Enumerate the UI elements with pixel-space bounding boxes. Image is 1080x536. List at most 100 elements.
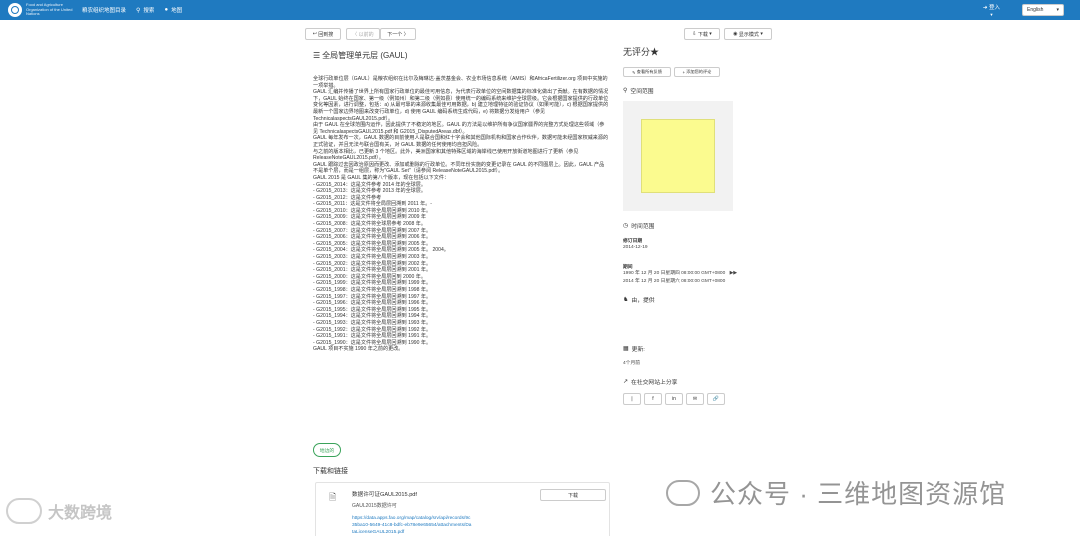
abstract-list-item: - G2015_1999：这是文件将全局层回溯到 1999 年。	[313, 280, 432, 287]
previous-label: 〈 以前的	[352, 31, 374, 38]
map-marker-icon: ⚲	[623, 88, 628, 94]
login-button[interactable]: ➜ 登入 ▼	[983, 3, 1000, 17]
abstract-paragraph: GAUL 汇编并传播了世界上所有国家行政单位的最佳可用信息，为代表行政单位的空间…	[313, 89, 609, 122]
abstract-paragraph: GAUL 项目不实施 1990 年之前的更改。	[313, 346, 404, 353]
abstract-paragraph: GAUL 跟踪过去因政治原因而更改、添加或删除的行政单位。不同年份实施的变更记录…	[313, 161, 605, 175]
calendar-icon: ▦	[623, 346, 629, 352]
facebook-share-button[interactable]: f	[644, 393, 662, 405]
abstract-paragraph: GAUL 每年发布一次，GAUL 数据的目前使用人是联合国和红十字会和其他国际机…	[313, 135, 609, 148]
previous-button[interactable]: 〈 以前的	[346, 28, 380, 40]
nav-map[interactable]: ● 地图	[164, 6, 182, 14]
updated-label: 更新:	[631, 347, 645, 353]
globe-icon: ●	[164, 7, 169, 13]
abstract-list-item: - G2015_2006：这是文件将全局层回溯到 2006 年。	[313, 234, 432, 241]
abstract-list-item: - G2015_1991：这是文件将全局层回溯到 1991 年。	[313, 333, 432, 340]
page-title: ☰ 全局管理单元层 (GAUL)	[313, 50, 609, 61]
chevron-down-icon: ▾	[1056, 7, 1059, 13]
abstract-paragraph: 与之前的版本相比，已更新 3 个地区。此外，美洲国家和其他特殊区域的海岸线已使用…	[313, 148, 579, 162]
next-label: 下一个 〉	[387, 31, 409, 38]
forward-icon: ▶▶	[729, 271, 737, 276]
back-label: 回到搜	[318, 31, 334, 38]
nav-map-label: 地图	[171, 8, 183, 14]
updated-value: 4个月前	[623, 361, 641, 366]
spatial-extent-label: 空间范围	[630, 89, 654, 95]
downloads-heading: 下载和链接	[313, 468, 348, 475]
back-to-search-button[interactable]: ↩ 回到搜	[305, 28, 341, 40]
twitter-icon: ❘	[629, 396, 635, 402]
extent-bbox	[641, 119, 715, 193]
period-start: 1990 年 12 月 20 日星期四 08:00:00 GMT+0800 ▶▶	[623, 270, 737, 277]
caret-down-icon: ▾	[709, 31, 712, 37]
share-label: 在社交网站上分享	[631, 380, 678, 386]
brand-org-name: Food and Agriculture Organization of the…	[26, 2, 73, 17]
add-review-button[interactable]: + 添加您的评论	[674, 67, 720, 77]
rating-label: 无评分	[623, 47, 651, 57]
rating-status: 无评分★	[623, 45, 659, 58]
view-feedback-button[interactable]: ✎ 查看所有反馈	[623, 67, 671, 77]
watermark-right: 公众号 · 三维地图资源馆	[666, 474, 1006, 511]
keyword-tag[interactable]: 地边的	[313, 443, 341, 457]
spatial-extent-heading: ⚲ 空间范围	[623, 86, 654, 95]
download-menu-button[interactable]: ⇩ 下载 ▾	[684, 28, 720, 40]
caret-down-icon: ▼	[989, 12, 994, 17]
facebook-icon: f	[652, 396, 654, 402]
institution-icon: ♞	[623, 297, 629, 303]
top-navbar: Food and Agriculture Organization of the…	[0, 0, 1080, 20]
temporal-extent-label: 时间范围	[631, 224, 655, 230]
caret-down-icon: ▾	[760, 31, 763, 37]
share-heading: ↗ 在社交网站上分享	[623, 377, 677, 386]
record-header: ☰ 全局管理单元层 (GAUL)	[313, 50, 609, 61]
envelope-icon: ✉	[692, 396, 698, 402]
plus-icon: +	[682, 69, 686, 75]
abstract-list-item: - G2015_2011：这是文件将全局层回溯到 2011 年。-	[313, 201, 432, 208]
add-review-label: 添加您的评论	[686, 69, 712, 74]
link-icon: 🔗	[712, 396, 720, 402]
back-arrow-icon: ↩	[312, 31, 317, 37]
download-item-link[interactable]: https://data.apps.fao.org/map/catalog/sr…	[352, 515, 472, 536]
pdf-file-icon: 🗎	[329, 492, 337, 502]
download-item-description: GAUL2015数据许可	[352, 503, 397, 509]
catalog-title-label: 粮农组织地图目录	[82, 8, 127, 14]
share-icon: ↗	[623, 379, 629, 385]
abstract-paragraph: GAUL 2015 是 GAUL 集的第八个版本，现在包括以下文件：	[313, 174, 450, 181]
nav-search-label: 搜索	[143, 8, 155, 14]
view-feedback-label: 查看所有反馈	[636, 69, 662, 74]
abstract-paragraph: 由于 GAUL 在全球范围内运作，因此提供了不稳定的地区。GAUL 的方法是以维…	[313, 122, 605, 135]
fao-logo	[8, 3, 22, 17]
comment-icon: ✎	[632, 69, 636, 75]
login-icon: ➜	[982, 5, 988, 11]
page-title-text: 全局管理单元层 (GAUL)	[322, 51, 408, 60]
download-item-name: 数据许可证GAUL2015.pdf	[352, 492, 417, 498]
clock-icon: ◷	[623, 223, 629, 229]
watermark-logo-icon	[6, 498, 42, 524]
download-menu-label: 下载	[697, 31, 708, 38]
download-item: 🗎 数据许可证GAUL2015.pdf GAUL2015数据许可 https:/…	[315, 482, 610, 536]
abstract-list-item: - G2015_2008：这是文件将全球层参考 2008 年。	[313, 221, 426, 228]
pager-group: 〈 以前的 下一个 〉	[346, 28, 416, 40]
watermark-left: 大数跨境	[6, 498, 112, 524]
login-label: 登入	[988, 5, 1000, 11]
language-select[interactable]: English ▾	[1022, 4, 1064, 16]
display-mode-button[interactable]: ◉ 显示模式 ▾	[724, 28, 772, 40]
period-label: 期间	[623, 265, 633, 270]
nav-search[interactable]: ⚲ 搜索	[136, 6, 155, 15]
brand[interactable]: Food and Agriculture Organization of the…	[8, 0, 126, 20]
linkedin-share-button[interactable]: in	[665, 393, 683, 405]
next-button[interactable]: 下一个 〉	[380, 28, 416, 40]
permalink-button[interactable]: 🔗	[707, 393, 725, 405]
download-icon: ⇩	[692, 31, 697, 37]
updated-heading: ▦ 更新:	[623, 344, 645, 353]
watermark-left-text: 大数跨境	[48, 505, 113, 522]
twitter-share-button[interactable]: ❘	[623, 393, 641, 405]
display-mode-label: 显示模式	[738, 31, 759, 38]
period-end: 2014 年 12 月 20 日星期六 08:00:00 GMT+0800	[623, 279, 726, 284]
abstract-list-item: - G2015_1998：这是文件将全局层回溯到 1998 年。	[313, 287, 432, 293]
spatial-extent-map[interactable]	[623, 101, 733, 211]
catalog-title[interactable]: 粮农组织地图目录	[82, 6, 126, 14]
keyword-tag-label: 地边的	[319, 448, 335, 454]
language-value: English	[1027, 7, 1044, 13]
email-share-button[interactable]: ✉	[686, 393, 704, 405]
download-file-button[interactable]: 下载	[540, 489, 606, 501]
period-start-text: 1990 年 12 月 20 日星期四 08:00:00 GMT+0800	[623, 271, 726, 276]
abstract-list-item: - G2015_2003：这是文件将全局层回溯到 2003 年。	[313, 254, 432, 261]
